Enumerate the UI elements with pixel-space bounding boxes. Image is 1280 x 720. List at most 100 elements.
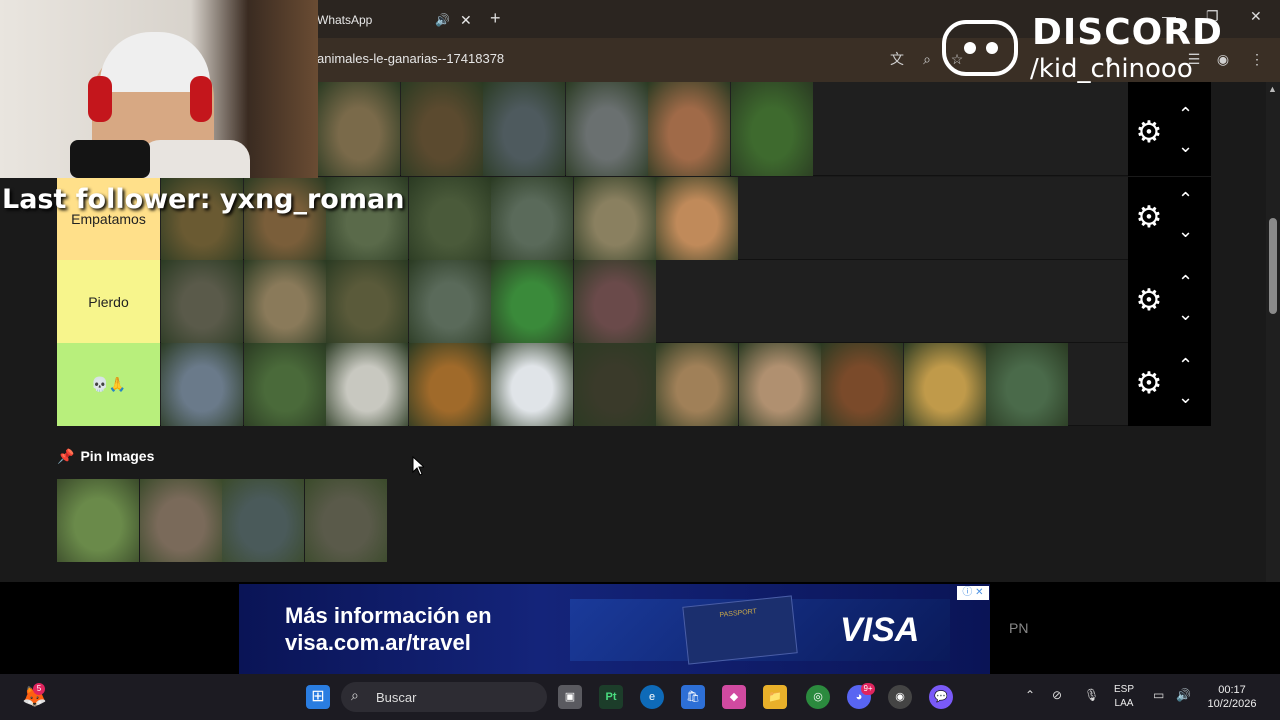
animal-image[interactable] (648, 82, 730, 176)
animal-image[interactable] (326, 343, 408, 426)
gear-icon[interactable]: ⚙ (1132, 201, 1166, 235)
discord-wordmark: DISCORD (1032, 12, 1223, 53)
animal-image[interactable] (986, 343, 1068, 426)
store-icon[interactable]: 🛍 (681, 685, 705, 709)
network-off-icon[interactable]: ⊘ (1052, 688, 1062, 702)
move-down-chevron-icon[interactable]: ⌄ (1178, 387, 1193, 408)
animal-image[interactable] (821, 343, 903, 426)
new-tab-button[interactable]: + (490, 8, 501, 28)
animal-image[interactable] (243, 260, 326, 343)
webcam-overlay (0, 0, 318, 178)
animal-image[interactable] (318, 82, 400, 176)
chat-app-icon[interactable]: 💬 (929, 685, 953, 709)
move-up-chevron-icon[interactable]: ⌃ (1178, 104, 1193, 125)
animal-image[interactable] (400, 82, 483, 176)
ad-info-close-button[interactable]: ⓘ ✕ (957, 586, 989, 600)
animal-image[interactable] (408, 260, 491, 343)
search-icon: ⌕ (351, 687, 359, 703)
speaker-icon[interactable]: 🔊 (435, 4, 450, 36)
url-field[interactable]: animales-le-ganarias--17418378 (317, 51, 504, 66)
tier-row: Pierdo ⚙ ⌃ ⌄ (57, 260, 1211, 343)
windows-start-icon[interactable]: ⊞ (306, 685, 330, 709)
pycharm-icon[interactable]: Pt (599, 685, 623, 709)
move-down-chevron-icon[interactable]: ⌄ (1178, 136, 1193, 157)
scroll-thumb[interactable] (1269, 218, 1277, 314)
display-icon[interactable]: ▭ (1153, 688, 1164, 702)
animal-image[interactable] (730, 82, 813, 176)
tab-close-button[interactable]: ✕ (460, 4, 472, 36)
headphone-right (190, 76, 212, 122)
visa-logo: VISA (840, 611, 920, 649)
move-up-chevron-icon[interactable]: ⌃ (1178, 355, 1193, 376)
move-up-chevron-icon[interactable]: ⌃ (1178, 189, 1193, 210)
animal-image[interactable] (243, 343, 326, 426)
animal-image[interactable] (573, 343, 656, 426)
discord-logo-eye (964, 42, 976, 54)
animal-image[interactable] (903, 343, 986, 426)
tier-label[interactable]: Pierdo (57, 260, 160, 343)
animal-image[interactable] (565, 82, 648, 176)
screen: WhatsApp 🔊 ✕ + — ❐ ✕ animales-le-ganaria… (0, 0, 1280, 720)
move-down-chevron-icon[interactable]: ⌄ (1178, 221, 1193, 242)
animal-image[interactable] (161, 260, 243, 343)
volume-icon[interactable]: 🔊 (1176, 688, 1191, 702)
animal-image[interactable] (491, 260, 573, 343)
zoom-icon[interactable]: ⌕ (918, 50, 936, 68)
animal-image[interactable] (491, 343, 573, 426)
discord-username: /kid_chinooo (1030, 54, 1193, 84)
animal-image[interactable] (408, 343, 491, 426)
recorder-icon[interactable]: ◉ (888, 685, 912, 709)
gear-icon[interactable]: ⚙ (1132, 367, 1166, 401)
tier-row: 💀🙏 ⚙ ⌃ ⌄ (57, 343, 1211, 426)
microphone (70, 140, 150, 178)
chevron-up-icon[interactable]: ⌃ (1025, 688, 1035, 702)
visa-ad-banner[interactable]: Más información en visa.com.ar/travel PA… (239, 584, 990, 674)
translate-icon[interactable]: 文 (888, 50, 906, 68)
discord-badge: 9+ (861, 683, 875, 695)
passport-image: PASSPORT (682, 595, 798, 665)
m365-icon[interactable]: ◆ (722, 685, 746, 709)
animal-image[interactable] (491, 177, 573, 260)
clock[interactable]: 00:17 10/2/2026 (1204, 683, 1260, 711)
animal-image[interactable] (738, 343, 821, 426)
animal-image[interactable] (326, 260, 408, 343)
headphone-left (88, 76, 112, 122)
microphone-icon[interactable]: 🎙 (1084, 688, 1099, 702)
tier-controls: ⚙ ⌃ ⌄ (1128, 177, 1211, 260)
tier-label[interactable]: 💀🙏 (57, 343, 160, 426)
close-window-button[interactable]: ✕ (1250, 8, 1262, 25)
pin-image[interactable] (57, 479, 139, 562)
ad-text: Más información en visa.com.ar/travel (285, 602, 492, 656)
pin-image[interactable] (139, 479, 222, 562)
animal-image[interactable] (408, 177, 491, 260)
animal-image[interactable] (161, 343, 243, 426)
widget-badge: 5 (33, 683, 45, 695)
animal-image[interactable] (573, 177, 656, 260)
pin-images-title: Pin Images (80, 448, 155, 464)
scroll-up-arrow[interactable]: ▲ (1268, 84, 1277, 94)
language-indicator[interactable]: ESP LAA (1114, 683, 1134, 711)
pin-image[interactable] (222, 479, 304, 562)
task-view-icon[interactable]: ▣ (558, 685, 582, 709)
ad-image: PASSPORT VISA (570, 595, 950, 665)
tier-controls: ⚙ ⌃ ⌄ (1128, 343, 1211, 426)
file-explorer-icon[interactable]: 📁 (763, 685, 787, 709)
menu-icon[interactable]: ⋮ (1248, 50, 1266, 68)
tab-whatsapp[interactable]: WhatsApp 🔊 ✕ (305, 4, 485, 36)
gear-icon[interactable]: ⚙ (1132, 284, 1166, 318)
gear-icon[interactable]: ⚙ (1132, 116, 1166, 150)
taskbar-search[interactable]: ⌕ Buscar (341, 682, 547, 712)
animal-image[interactable] (483, 82, 565, 176)
tier-controls: ⚙ ⌃ ⌄ (1128, 82, 1211, 176)
move-up-chevron-icon[interactable]: ⌃ (1178, 272, 1193, 293)
pin-image[interactable] (304, 479, 387, 562)
animal-image[interactable] (573, 260, 656, 343)
animal-image[interactable] (656, 343, 738, 426)
ad-side-text: PN (1009, 620, 1029, 636)
mouse-cursor-icon (412, 456, 424, 476)
animal-image[interactable] (656, 177, 738, 260)
edge-icon[interactable]: e (640, 685, 664, 709)
layout-code: LAA (1114, 698, 1134, 709)
chrome-icon[interactable]: ◎ (806, 685, 830, 709)
move-down-chevron-icon[interactable]: ⌄ (1178, 304, 1193, 325)
